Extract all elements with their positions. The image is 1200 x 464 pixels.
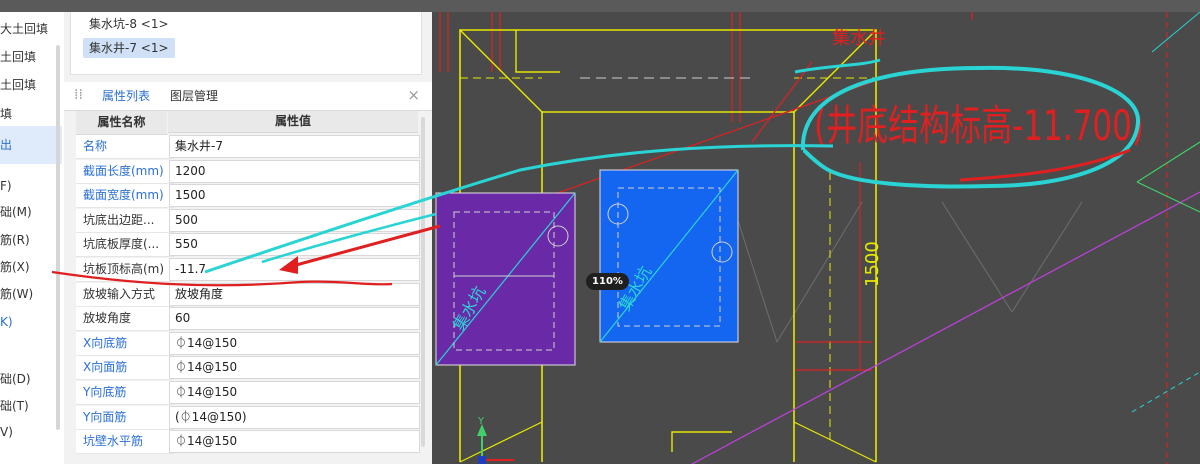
component-list: 集水坑-8 <1> 集水井-7 <1> [70, 12, 422, 75]
nav-item[interactable]: 出 [0, 126, 62, 164]
property-name: Y向面筋 [76, 405, 174, 430]
property-name: 坑底板厚度(... [76, 233, 174, 258]
property-value-field[interactable]: (⏀14@150) [169, 405, 420, 429]
property-value-field[interactable]: 放坡角度 [169, 282, 420, 306]
property-row: X向面筋 ⏀14@150 [76, 356, 420, 381]
property-value-field[interactable]: 500 [169, 208, 420, 232]
property-value-field[interactable]: 550 [169, 233, 420, 257]
axis-origin-icon [478, 456, 486, 464]
component-list-item[interactable]: 集水坑-8 <1> [83, 14, 175, 34]
property-name: 截面宽度(mm) [76, 184, 174, 209]
property-row: 放坡角度 60 [76, 307, 420, 332]
property-name: 坑壁水平筋 [76, 430, 174, 455]
nav-item[interactable]: 筋(W) [0, 282, 62, 306]
property-row: 坑板顶标高(m) -11.7 [76, 258, 420, 283]
nav-item[interactable]: 筋(R) [0, 228, 62, 252]
panel-scrollbar[interactable] [421, 117, 425, 447]
nav-item[interactable]: 础(T) [0, 394, 62, 418]
nav-item[interactable]: 筋(X) [0, 255, 62, 279]
nav-item[interactable]: 础(D) [0, 367, 62, 391]
property-value-field[interactable]: 集水井-7 [169, 135, 420, 158]
property-row: 放坡输入方式 放坡角度 [76, 282, 420, 308]
property-name: X向底筋 [76, 331, 174, 356]
header-label: 集水井 [832, 28, 886, 49]
nav-item[interactable]: 土回填 [0, 45, 62, 69]
property-row: 坑壁水平筋 ⏀14@150 [76, 430, 420, 455]
property-value-field[interactable]: ⏀14@150 [169, 430, 420, 454]
property-table-header: 属性名称 属性值 [76, 111, 418, 136]
left-nav-scrollbar[interactable] [56, 45, 60, 430]
property-value-field[interactable]: ⏀14@150 [169, 331, 420, 355]
tab-layers[interactable]: 图层管理 [170, 82, 218, 110]
property-row: 名称 集水井-7 [76, 135, 420, 160]
property-row: X向底筋 ⏀14@150 [76, 331, 420, 357]
nav-item[interactable]: K) [0, 310, 62, 334]
panel-tab-bar: ⁞⁞ 属性列表 图层管理 × [64, 82, 432, 111]
property-value-field[interactable]: ⏀14@150 [169, 356, 420, 380]
property-name: 截面长度(mm) [76, 159, 174, 184]
property-value-field[interactable]: 1200 [169, 159, 420, 183]
cad-drawing-canvas[interactable]: 1500集水井(井底结构标高-11.700)集水坑 集水坑Y [432, 12, 1200, 464]
elevation-text: (井底结构标高-11.700) [814, 101, 1144, 150]
property-name: 坑底出边距... [76, 208, 174, 233]
nav-item[interactable]: F) [0, 174, 62, 198]
nav-item[interactable]: 填 [0, 102, 62, 126]
property-row: Y向底筋 ⏀14@150 [76, 381, 420, 406]
property-name: 放坡输入方式 [76, 282, 174, 307]
property-name: Y向底筋 [76, 381, 174, 405]
property-row: 截面长度(mm) 1200 [76, 159, 420, 185]
header-name: 属性名称 [76, 111, 167, 135]
nav-item[interactable]: 土回填 [0, 73, 62, 97]
property-row: Y向面筋 (⏀14@150) [76, 405, 420, 431]
nav-item[interactable]: 大土回填 [0, 17, 62, 41]
zoom-badge: 110% [586, 273, 629, 290]
property-row: 坑底出边距... 500 [76, 208, 420, 234]
nav-item[interactable]: V) [0, 420, 62, 444]
dimension-text: 1500 [862, 241, 883, 287]
property-value-field[interactable]: 1500 [169, 184, 420, 208]
tab-properties[interactable]: 属性列表 [102, 82, 150, 110]
property-name: 坑板顶标高(m) [76, 258, 174, 282]
property-name: 名称 [76, 135, 174, 159]
property-row: 坑底板厚度(... 550 [76, 233, 420, 258]
drag-grip-icon[interactable]: ⁞⁞ [74, 87, 83, 103]
property-panel: 集水坑-8 <1> 集水井-7 <1> ⁞⁞ 属性列表 图层管理 × 属性名称属… [64, 12, 432, 464]
property-name: 放坡角度 [76, 307, 174, 332]
component-list-item-selected[interactable]: 集水井-7 <1> [83, 38, 175, 58]
property-row: 截面宽度(mm) 1500 [76, 184, 420, 209]
property-value-field[interactable]: 60 [169, 307, 420, 331]
close-icon[interactable]: × [407, 86, 420, 104]
property-value-field[interactable]: ⏀14@150 [169, 381, 420, 404]
property-value-field[interactable]: -11.7 [169, 258, 420, 281]
top-menu-strip [0, 0, 1200, 12]
nav-item[interactable]: 础(M) [0, 200, 62, 224]
property-name: X向面筋 [76, 356, 174, 381]
y-axis-label: Y [477, 416, 485, 427]
header-value: 属性值 [168, 111, 418, 133]
